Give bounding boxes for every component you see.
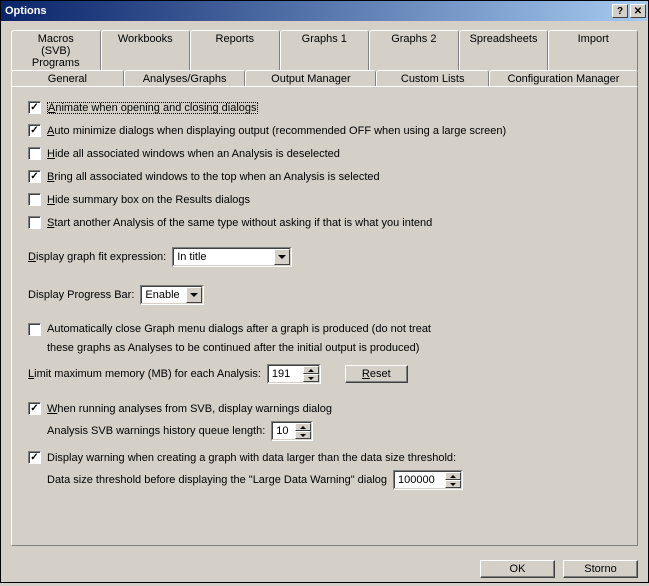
lbl-svbwarn[interactable]: When running analyses from SVB, display … xyxy=(47,403,332,415)
spin-queuelen[interactable]: 10 xyxy=(271,421,313,441)
lbl-animate[interactable]: Animate when opening and closing dialogs xyxy=(47,102,258,114)
ok-button[interactable]: OK xyxy=(480,560,555,578)
lbl-autoclose-line2: these graphs as Analyses to be continued… xyxy=(47,342,621,354)
tab-graphs1[interactable]: Graphs 1 xyxy=(280,30,370,71)
spin-queuelen-value: 10 xyxy=(272,422,294,440)
tab-reports[interactable]: Reports xyxy=(190,30,280,71)
tab-panel: Animate when opening and closing dialogs… xyxy=(11,86,638,546)
chevron-down-icon[interactable] xyxy=(186,287,202,303)
help-button[interactable]: ? xyxy=(612,4,628,18)
chk-automin[interactable] xyxy=(28,124,41,137)
lbl-autoclose[interactable]: Automatically close Graph menu dialogs a… xyxy=(47,323,431,335)
chk-autoclose[interactable] xyxy=(28,323,41,336)
spin-down-icon[interactable] xyxy=(303,374,319,382)
spin-down-icon[interactable] xyxy=(295,431,311,439)
lbl-startanother[interactable]: Start another Analysis of the same type … xyxy=(47,217,432,229)
chk-hideassoc[interactable] xyxy=(28,147,41,160)
spin-threshold-value: 100000 xyxy=(394,471,444,489)
tab-workbooks[interactable]: Workbooks xyxy=(101,30,191,71)
chk-startanother[interactable] xyxy=(28,216,41,229)
combo-progbar-value: Enable xyxy=(141,288,185,302)
lbl-automin[interactable]: Auto minimize dialogs when displaying ou… xyxy=(47,125,506,137)
chk-dispwarn[interactable] xyxy=(28,451,41,464)
lbl-queuelen: Analysis SVB warnings history queue leng… xyxy=(47,425,265,437)
lbl-threshold: Data size threshold before displaying th… xyxy=(47,474,387,486)
spin-maxmem[interactable]: 191 xyxy=(267,364,321,384)
combo-progbar[interactable]: Enable xyxy=(140,285,204,305)
reset-button[interactable]: Reset xyxy=(345,365,408,383)
spin-threshold[interactable]: 100000 xyxy=(393,470,463,490)
tab-spreadsheets[interactable]: Spreadsheets xyxy=(459,30,549,71)
lbl-hidesummary[interactable]: Hide summary box on the Results dialogs xyxy=(47,194,250,206)
combo-fitexpr-value: In title xyxy=(173,250,273,264)
lbl-hideassoc[interactable]: Hide all associated windows when an Anal… xyxy=(47,148,340,160)
tab-row-bottom: General Analyses/Graphs Output Manager C… xyxy=(11,69,638,87)
cancel-button[interactable]: Storno xyxy=(563,560,638,578)
lbl-bringtop[interactable]: Bring all associated windows to the top … xyxy=(47,171,380,183)
lbl-dispwarn[interactable]: Display warning when creating a graph wi… xyxy=(47,452,456,464)
spin-maxmem-value: 191 xyxy=(268,365,302,383)
options-dialog: Options ? ✕ Macros (SVB) Programs Workbo… xyxy=(0,0,649,583)
spin-up-icon[interactable] xyxy=(303,366,319,374)
tab-import[interactable]: Import xyxy=(548,30,638,71)
spin-down-icon[interactable] xyxy=(445,480,461,488)
lbl-progbar: Display Progress Bar: xyxy=(28,289,134,301)
spin-up-icon[interactable] xyxy=(445,472,461,480)
tab-row-top: Macros (SVB) Programs Workbooks Reports … xyxy=(11,29,638,70)
dialog-footer: OK Storno xyxy=(1,554,648,586)
window-title: Options xyxy=(5,5,610,17)
chk-svbwarn[interactable] xyxy=(28,402,41,415)
chevron-down-icon[interactable] xyxy=(274,249,290,265)
tab-graphs2[interactable]: Graphs 2 xyxy=(369,30,459,71)
lbl-fitexpr: Display graph fit expression: xyxy=(28,251,166,263)
close-button[interactable]: ✕ xyxy=(630,4,646,18)
lbl-maxmem: Limit maximum memory (MB) for each Analy… xyxy=(28,368,261,380)
chk-hidesummary[interactable] xyxy=(28,193,41,206)
chk-animate[interactable] xyxy=(28,101,41,114)
combo-fitexpr[interactable]: In title xyxy=(172,247,292,267)
spin-up-icon[interactable] xyxy=(295,423,311,431)
chk-bringtop[interactable] xyxy=(28,170,41,183)
titlebar: Options ? ✕ xyxy=(1,1,648,21)
tab-macros[interactable]: Macros (SVB) Programs xyxy=(11,30,101,71)
